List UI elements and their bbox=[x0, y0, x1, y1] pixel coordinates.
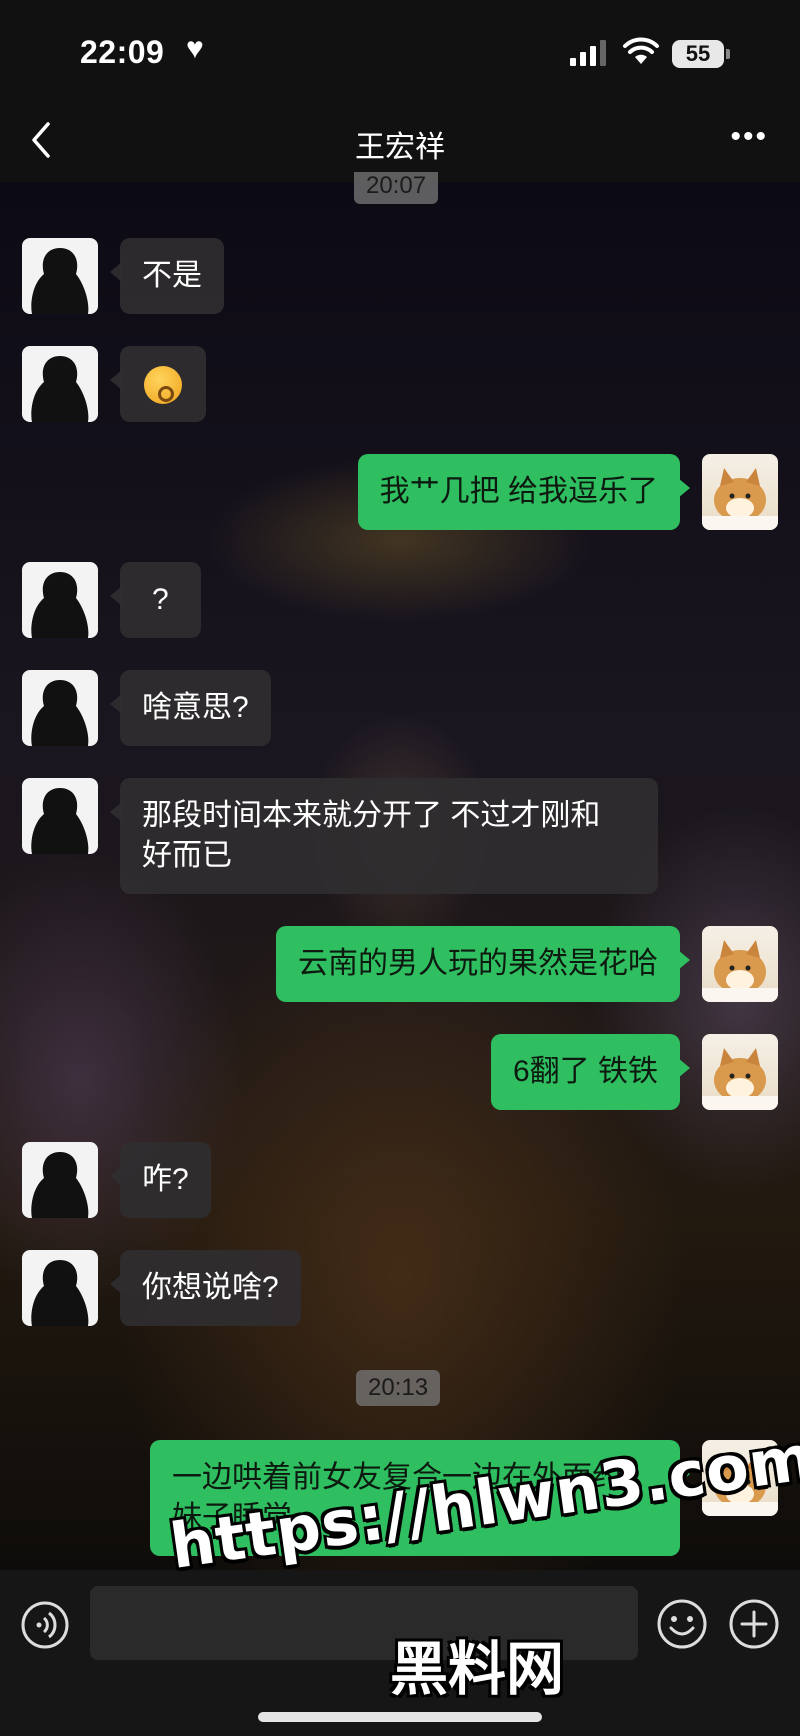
wifi-icon bbox=[623, 37, 659, 64]
signal-icon bbox=[570, 40, 606, 66]
message-bubble[interactable]: 咋? bbox=[110, 1142, 211, 1218]
message-bubble[interactable]: 我艹几把 给我逗乐了 bbox=[357, 454, 691, 530]
message-bubble[interactable]: 啥意思? bbox=[110, 670, 271, 746]
avatar[interactable] bbox=[22, 670, 98, 746]
status-time: 22:09 bbox=[80, 34, 165, 70]
avatar[interactable] bbox=[702, 454, 778, 530]
message-bubble[interactable]: 6翻了 铁铁 bbox=[490, 1034, 691, 1110]
voice-icon[interactable] bbox=[20, 1600, 70, 1650]
timestamp: 20:13 bbox=[356, 1370, 441, 1406]
avatar[interactable] bbox=[22, 562, 98, 638]
chat-header: 王宏祥 ••• bbox=[0, 100, 800, 182]
sleepy-face-emoji bbox=[144, 366, 182, 405]
avatar[interactable] bbox=[702, 1034, 778, 1110]
chat-title: 王宏祥 bbox=[355, 131, 445, 164]
heart-icon: ♥ bbox=[186, 32, 204, 65]
status-bar: 22:09 ♥ 55 bbox=[0, 0, 800, 100]
avatar[interactable] bbox=[22, 778, 98, 854]
avatar[interactable] bbox=[22, 238, 98, 314]
home-indicator bbox=[258, 1712, 542, 1722]
avatar[interactable] bbox=[22, 1142, 98, 1218]
message-bubble[interactable] bbox=[110, 346, 206, 423]
smile-icon[interactable] bbox=[656, 1598, 708, 1650]
plus-icon[interactable] bbox=[728, 1598, 780, 1650]
message-bubble[interactable]: 那段时间本来就分开了 不过才刚和 好而已 bbox=[110, 778, 658, 894]
avatar[interactable] bbox=[22, 1250, 98, 1326]
watermark-site: 黑料网 bbox=[390, 1635, 565, 1703]
message-bubble[interactable]: 不是 bbox=[110, 238, 224, 314]
timestamp: 20:07 bbox=[354, 172, 439, 204]
message-bubble[interactable]: ? bbox=[110, 562, 201, 638]
avatar[interactable] bbox=[702, 926, 778, 1002]
avatar[interactable] bbox=[22, 346, 98, 422]
message-bubble[interactable]: 云南的男人玩的果然是花哈 bbox=[276, 926, 690, 1002]
battery-icon: 55 bbox=[672, 40, 730, 68]
message-bubble[interactable]: 你想说啥? bbox=[110, 1250, 301, 1326]
more-dots-icon[interactable]: ••• bbox=[730, 122, 768, 152]
